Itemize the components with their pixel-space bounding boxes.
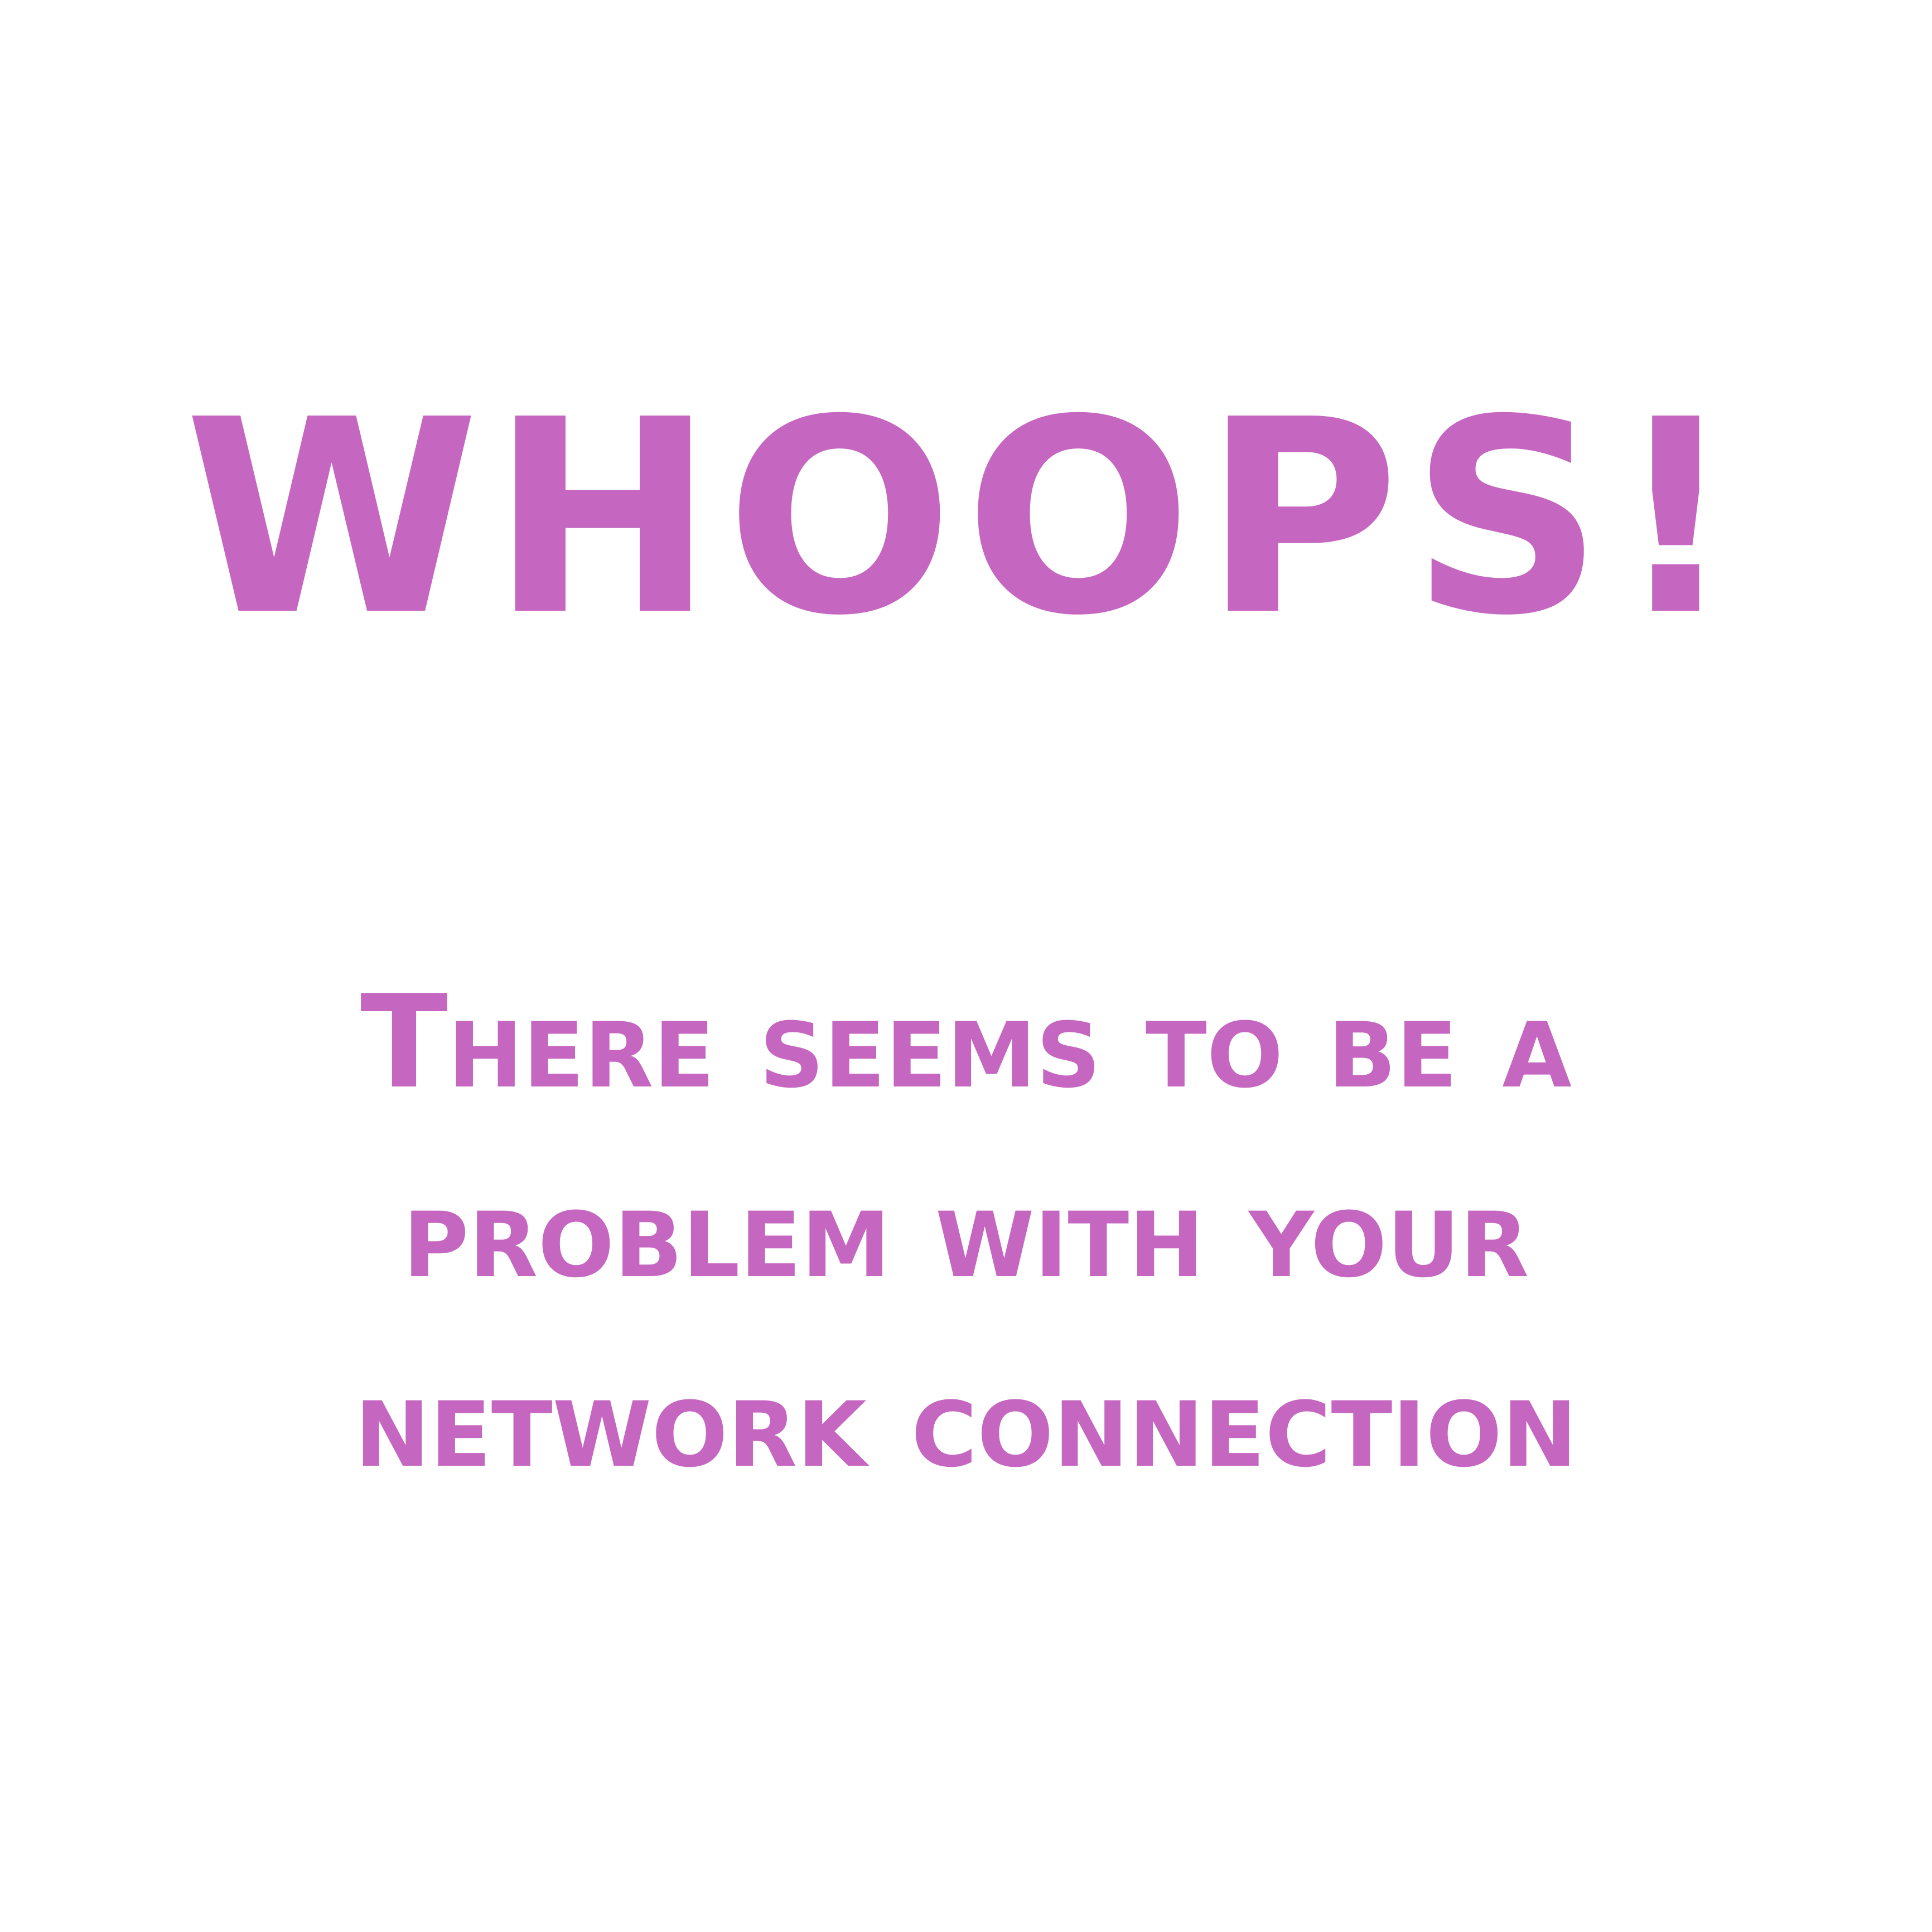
error-message-line: network connection [355,1347,1577,1496]
error-message: There seems to be a problem with your ne… [67,948,1865,1517]
error-headline: WHOOPS! [184,363,1748,674]
error-message-line: There seems to be a [360,968,1572,1117]
error-message-line: problem with your [403,1158,1529,1307]
network-error-screen: WHOOPS! There seems to be a problem with… [0,0,1932,1932]
